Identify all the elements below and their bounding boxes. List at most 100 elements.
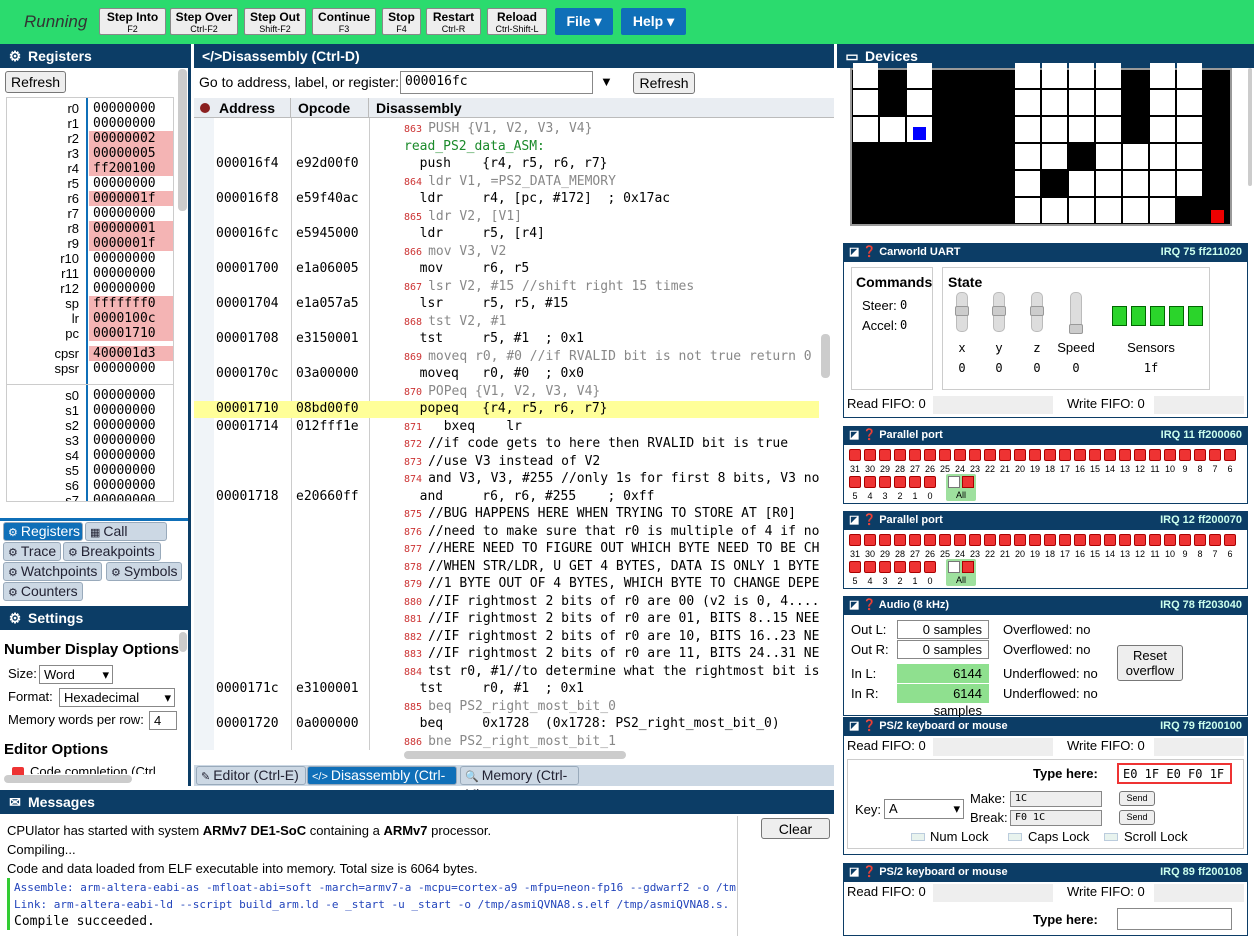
register-value[interactable]: 00000005 xyxy=(89,146,173,161)
disasm-row[interactable]: 00001710 08bd00f0 popeq {r4, r5, r6, r7} xyxy=(194,401,819,418)
bit-checkbox[interactable] xyxy=(1149,449,1161,461)
bit-checkbox[interactable] xyxy=(1179,449,1191,461)
register-value[interactable]: 00000001 xyxy=(89,221,173,236)
bit-checkbox[interactable] xyxy=(894,449,906,461)
bit-checkbox[interactable] xyxy=(894,561,906,573)
register-value[interactable]: 0000100c xyxy=(89,311,173,326)
bit-checkbox[interactable] xyxy=(1074,449,1086,461)
bit-checkbox[interactable] xyxy=(909,476,921,488)
bit-checkbox[interactable] xyxy=(1104,534,1116,546)
help-menu[interactable]: Help ▾ xyxy=(621,8,686,35)
bit-checkbox[interactable] xyxy=(1029,449,1041,461)
bit-checkbox[interactable] xyxy=(1194,534,1206,546)
disasm-refresh-button[interactable]: Refresh xyxy=(633,72,695,94)
disasm-row[interactable]: 00001704 e1a057a5 lsr r5, r5, #15 xyxy=(194,296,819,313)
register-value[interactable]: 00000000 xyxy=(89,433,173,448)
disasm-row[interactable]: 884 tst r0, #1//to determine what the rig… xyxy=(194,664,819,681)
disasm-row[interactable]: 872 //if code gets to here then RVALID bi… xyxy=(194,436,819,453)
disasm-row[interactable]: 000016fc e5945000 ldr r5, [r4] xyxy=(194,226,819,243)
mem-words-select[interactable]: 4 xyxy=(149,711,177,730)
bit-checkbox[interactable] xyxy=(1014,449,1026,461)
disasm-row[interactable]: 00001714 012fff1e 871 bxeq lr xyxy=(194,419,819,436)
disasm-row[interactable]: 0000170c 03a00000 moveq r0, #0 ; 0x0 xyxy=(194,366,819,383)
disasm-row[interactable]: 869 moveq r0, #0 //if RVALID bit is not t… xyxy=(194,349,819,366)
bit-checkbox[interactable] xyxy=(849,476,861,488)
devices-scrollbar[interactable] xyxy=(1248,68,1252,186)
toolbar-button[interactable]: Step Out Shift-F2 xyxy=(244,8,306,35)
all-checkbox-on[interactable] xyxy=(962,476,974,488)
disasm-row[interactable]: 874 and V3, V3, #255 //only 1s for first … xyxy=(194,471,819,488)
disasm-row[interactable]: 881 //IF rightmost 2 bits of r0 are 01, B… xyxy=(194,611,819,628)
disasm-row[interactable]: 0000171c e3100001 tst r0, #1 ; 0x1 xyxy=(194,681,819,698)
all-checkbox-off[interactable] xyxy=(948,561,960,573)
bit-checkbox[interactable] xyxy=(864,534,876,546)
bit-checkbox[interactable] xyxy=(1104,449,1116,461)
register-value[interactable]: 00000000 xyxy=(89,418,173,433)
disasm-row[interactable]: read_PS2_data_ASM: xyxy=(194,139,819,156)
toolbar-button[interactable]: Step Into F2 xyxy=(99,8,166,35)
disasm-row[interactable]: 873 //use V3 instead of V2 xyxy=(194,454,819,471)
disasm-row[interactable]: 00001708 e3150001 tst r5, #1 ; 0x1 xyxy=(194,331,819,348)
ps2a-header[interactable]: ◪ ❓ PS/2 keyboard or mouse IRQ 79 ff20010… xyxy=(843,717,1248,735)
register-value[interactable]: 00000000 xyxy=(89,116,173,131)
bit-checkbox[interactable] xyxy=(879,476,891,488)
bit-checkbox[interactable] xyxy=(969,534,981,546)
disasm-vscrollbar[interactable] xyxy=(821,334,830,378)
ps2b-header[interactable]: ◪ ❓ PS/2 keyboard or mouse IRQ 89 ff20010… xyxy=(843,863,1248,881)
tab-symbols[interactable]: ⚙ Symbols xyxy=(106,562,182,581)
bit-checkbox[interactable] xyxy=(969,449,981,461)
ps2a-type-input[interactable]: E0 1F E0 F0 1F xyxy=(1117,763,1232,784)
key-select[interactable]: A ▾ xyxy=(884,799,964,819)
bit-checkbox[interactable] xyxy=(939,534,951,546)
bit-checkbox[interactable] xyxy=(924,534,936,546)
disasm-hscrollbar[interactable] xyxy=(404,751,626,759)
toolbar-button[interactable]: Step Over Ctrl-F2 xyxy=(170,8,238,35)
break-send-button[interactable]: Send xyxy=(1119,810,1155,825)
disasm-row[interactable]: 867 lsr V2, #15 //shift right 15 times xyxy=(194,279,819,296)
disasm-row[interactable]: 863 PUSH {V1, V2, V3, V4} xyxy=(194,121,819,138)
bit-checkbox[interactable] xyxy=(1164,534,1176,546)
toolbar-button[interactable]: Reload Ctrl-Shift-L xyxy=(487,8,547,35)
tab-disassembly[interactable]: </>Disassembly (Ctrl-D) xyxy=(307,766,457,802)
bit-checkbox[interactable] xyxy=(924,449,936,461)
disasm-row[interactable]: 864 ldr V1, =PS2_DATA_MEMORY xyxy=(194,174,819,191)
bit-checkbox[interactable] xyxy=(954,534,966,546)
disasm-row[interactable]: 865 ldr V2, [V1] xyxy=(194,209,819,226)
register-value[interactable]: 00000000 xyxy=(89,478,173,493)
register-value[interactable]: 00000000 xyxy=(89,101,173,116)
bit-checkbox[interactable] xyxy=(1119,534,1131,546)
toolbar-button[interactable]: Restart Ctrl-R xyxy=(426,8,481,35)
register-value[interactable]: 00000000 xyxy=(89,493,173,501)
format-select[interactable]: Hexadecimal ▾ xyxy=(59,688,175,707)
tab-watchpoints[interactable]: ⚙ Watchpoints xyxy=(3,562,102,581)
slider-thumb[interactable] xyxy=(1069,324,1083,334)
disasm-row[interactable]: 876 //need to make sure that r0 is multip… xyxy=(194,524,819,541)
bit-checkbox[interactable] xyxy=(864,449,876,461)
clear-button[interactable]: Clear xyxy=(761,818,830,839)
register-value[interactable]: 00000000 xyxy=(89,266,173,281)
register-value[interactable]: 00000000 xyxy=(89,463,173,478)
pp1-header[interactable]: ◪ ❓ Parallel port IRQ 11 ff200060 xyxy=(843,426,1248,444)
bit-checkbox[interactable] xyxy=(879,561,891,573)
bit-checkbox[interactable] xyxy=(1134,534,1146,546)
pp2-header[interactable]: ◪ ❓ Parallel port IRQ 12 ff200070 xyxy=(843,511,1248,529)
disasm-row[interactable]: 875 //BUG HAPPENS HERE WHEN TRYING TO STO… xyxy=(194,506,819,523)
size-select[interactable]: Word ▾ xyxy=(39,665,113,684)
bit-checkbox[interactable] xyxy=(864,561,876,573)
all-toggle[interactable]: All xyxy=(946,474,976,501)
registers-scrollbar[interactable] xyxy=(178,69,187,211)
disasm-row[interactable]: 868 tst V2, #1 xyxy=(194,314,819,331)
all-checkbox-on[interactable] xyxy=(962,561,974,573)
register-value[interactable]: 00000000 xyxy=(89,281,173,296)
bit-checkbox[interactable] xyxy=(1044,534,1056,546)
bit-checkbox[interactable] xyxy=(1074,534,1086,546)
register-value[interactable]: 00000000 xyxy=(89,251,173,266)
all-toggle[interactable]: All xyxy=(946,559,976,586)
bit-checkbox[interactable] xyxy=(984,449,996,461)
bit-checkbox[interactable] xyxy=(894,534,906,546)
disasm-row[interactable]: 000016f4 e92d00f0 push {r4, r5, r6, r7} xyxy=(194,156,819,173)
bit-checkbox[interactable] xyxy=(879,449,891,461)
tab-counters[interactable]: ⚙ Counters xyxy=(3,582,83,601)
disasm-row[interactable]: 866 mov V3, V2 xyxy=(194,244,819,261)
reset-overflow-button[interactable]: Reset overflow xyxy=(1117,645,1183,681)
